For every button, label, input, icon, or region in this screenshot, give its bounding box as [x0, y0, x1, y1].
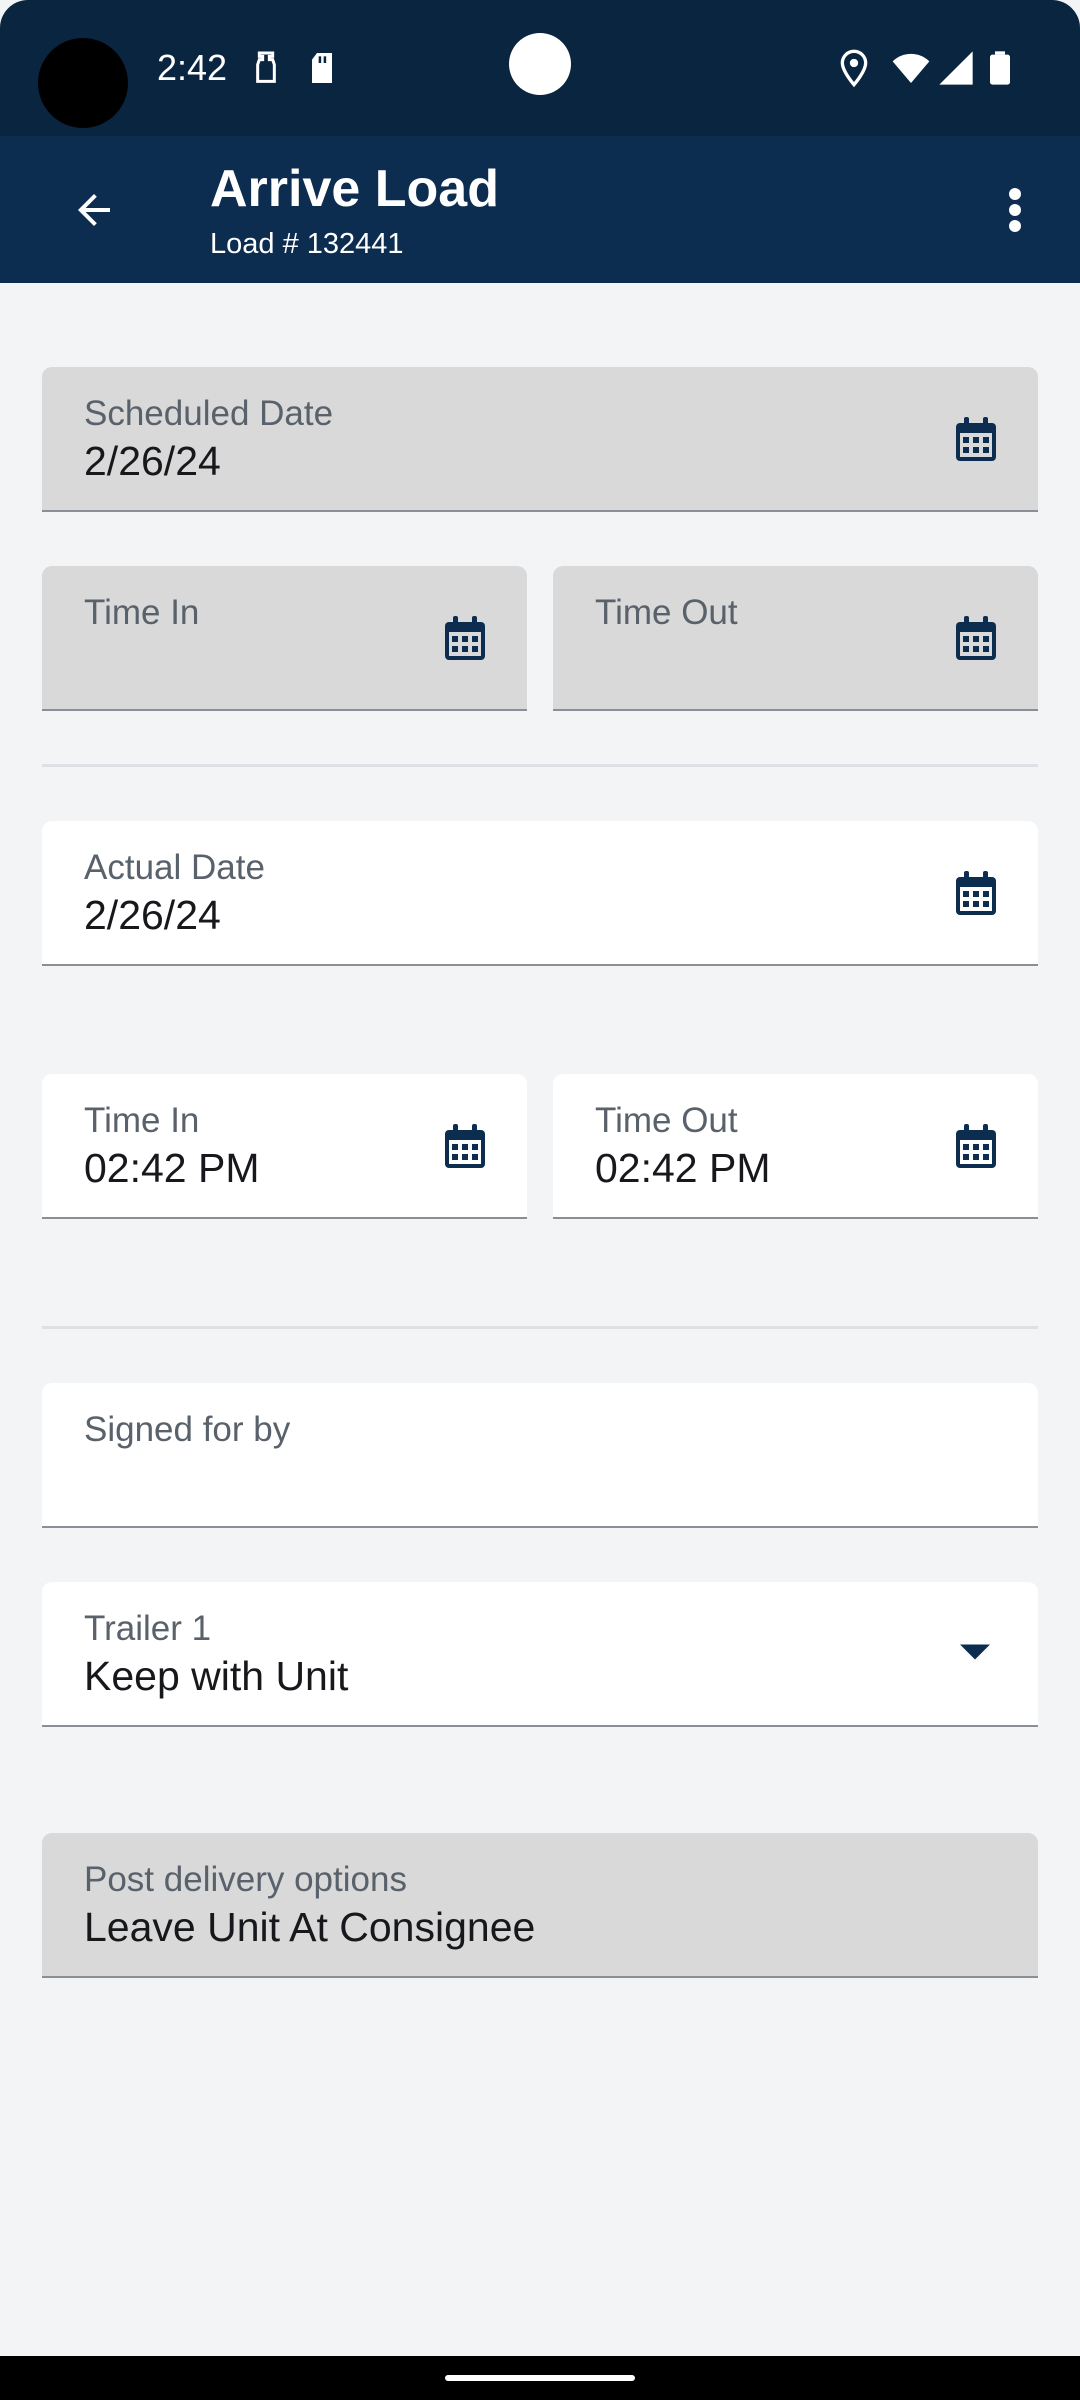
actual-date-field[interactable]: Actual Date 2/26/24 [42, 821, 1038, 966]
wifi-icon [892, 53, 930, 83]
back-button[interactable] [56, 172, 132, 248]
page-title: Arrive Load [210, 160, 499, 218]
post-delivery-options-value: Leave Unit At Consignee [84, 1904, 536, 1950]
calendar-icon[interactable] [954, 869, 998, 917]
battery-icon [990, 51, 1010, 85]
scheduled-date-value: 2/26/24 [84, 438, 221, 484]
home-gesture-handle[interactable] [445, 2375, 635, 2381]
trailer-1-value: Keep with Unit [84, 1653, 349, 1699]
post-delivery-options-field: Post delivery options Leave Unit At Cons… [42, 1833, 1038, 1978]
scheduled-time-out-label: Time Out [595, 593, 738, 632]
hand-sanitizer-icon [256, 51, 276, 83]
calendar-icon[interactable] [954, 1122, 998, 1170]
actual-time-out-label: Time Out [595, 1101, 738, 1140]
section-divider [42, 1326, 1038, 1329]
scheduled-date-label: Scheduled Date [84, 394, 334, 433]
actual-time-out-field[interactable]: Time Out 02:42 PM [553, 1074, 1038, 1219]
section-divider [42, 764, 1038, 767]
post-delivery-options-label: Post delivery options [84, 1860, 407, 1899]
trailer-1-label: Trailer 1 [84, 1609, 212, 1648]
actual-date-value: 2/26/24 [84, 892, 221, 938]
calendar-icon [956, 616, 996, 660]
trailer-1-select[interactable]: Trailer 1 Keep with Unit [42, 1582, 1038, 1727]
calendar-icon[interactable] [443, 1122, 487, 1170]
signal-icon [939, 51, 973, 85]
actual-time-in-value: 02:42 PM [84, 1145, 260, 1191]
more-options-button[interactable] [990, 172, 1040, 248]
arrow-back-icon [78, 194, 110, 226]
actual-date-label: Actual Date [84, 848, 265, 887]
load-number: Load # 132441 [210, 228, 404, 260]
actual-time-in-field[interactable]: Time In 02:42 PM [42, 1074, 527, 1219]
camera-cutout [38, 38, 128, 128]
sd-card-icon [312, 53, 332, 83]
signed-for-by-label: Signed for by [84, 1410, 291, 1449]
location-icon [840, 49, 868, 88]
scheduled-time-in-label: Time In [84, 593, 200, 632]
signed-for-by-field[interactable]: Signed for by [42, 1383, 1038, 1528]
actual-time-in-label: Time In [84, 1101, 200, 1140]
system-nav-bar [0, 2356, 1080, 2400]
scheduled-time-in-field: Time In [42, 566, 527, 711]
calendar-icon [445, 616, 485, 660]
status-bar: 2:42 [0, 0, 1080, 136]
app-bar: Arrive Load Load # 132441 [0, 136, 1080, 283]
scheduled-time-out-field: Time Out [553, 566, 1038, 711]
more-vert-icon [1009, 188, 1021, 232]
center-indicator [509, 33, 571, 95]
actual-time-out-value: 02:42 PM [595, 1145, 771, 1191]
calendar-icon [956, 417, 996, 461]
dropdown-arrow-icon [960, 1644, 990, 1660]
scheduled-date-field: Scheduled Date 2/26/24 [42, 367, 1038, 512]
status-time: 2:42 [157, 47, 228, 88]
